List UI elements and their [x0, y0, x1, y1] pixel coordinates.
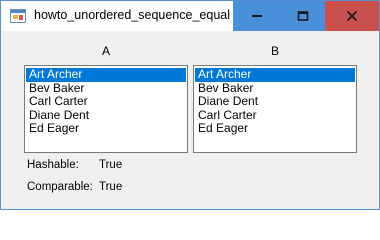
list-b-item[interactable]: Bev Baker: [195, 81, 355, 96]
title-bar[interactable]: howto_unordered_sequence_equal: [1, 1, 379, 31]
list-b-item[interactable]: Art Archer: [195, 67, 355, 82]
close-icon: [346, 10, 358, 22]
list-a-item[interactable]: Diane Dent: [26, 108, 186, 123]
app-window: howto_unordered_sequence_equal A B Art A…: [0, 0, 380, 210]
list-b-item[interactable]: Carl Carter: [195, 108, 355, 123]
app-window-icon[interactable]: [10, 9, 26, 23]
list-a-item[interactable]: Art Archer: [26, 67, 186, 82]
hashable-label: Hashable:: [27, 159, 79, 171]
list-a-item[interactable]: Carl Carter: [26, 94, 186, 109]
list-b-item[interactable]: Diane Dent: [195, 94, 355, 109]
window-title: howto_unordered_sequence_equal: [34, 8, 230, 22]
list-b-label: B: [271, 44, 280, 58]
maximize-button[interactable]: [280, 1, 325, 31]
minimize-icon: [251, 15, 262, 17]
list-a[interactable]: Art Archer Bev Baker Carl Carter Diane D…: [24, 65, 188, 153]
comparable-label: Comparable:: [27, 181, 93, 193]
list-a-item[interactable]: Bev Baker: [26, 81, 186, 96]
list-a-label: A: [102, 44, 111, 58]
list-b[interactable]: Art Archer Bev Baker Diane Dent Carl Car…: [193, 65, 357, 153]
list-a-item[interactable]: Ed Eager: [26, 121, 186, 136]
maximize-icon: [297, 11, 308, 21]
list-b-item[interactable]: Ed Eager: [195, 121, 355, 136]
form-client-area: A B Art Archer Bev Baker Carl Carter Dia…: [1, 31, 379, 209]
close-button[interactable]: [325, 1, 379, 31]
comparable-value: True: [99, 181, 123, 193]
hashable-value: True: [99, 159, 123, 171]
minimize-button[interactable]: [233, 1, 280, 31]
